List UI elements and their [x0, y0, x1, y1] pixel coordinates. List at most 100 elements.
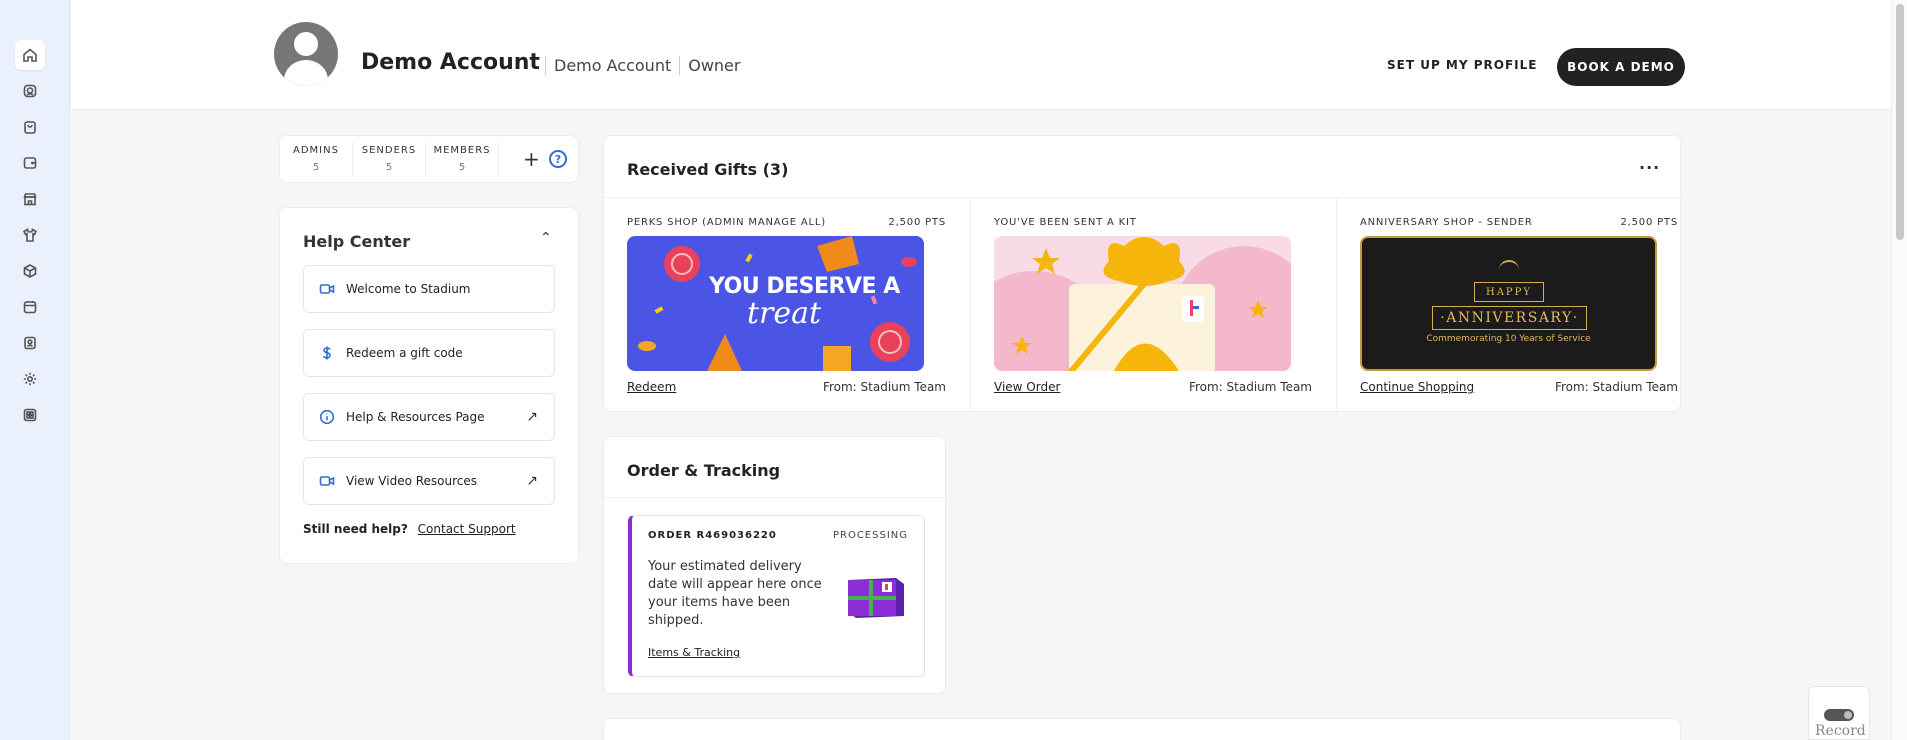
help-center-card: Help Center ⌃ Welcome to Stadium Redeem … [279, 207, 579, 564]
continue-shopping-link[interactable]: Continue Shopping [1360, 380, 1474, 394]
senders-label: SENDERS [361, 145, 417, 156]
avatar[interactable] [274, 22, 338, 86]
help-item-welcome[interactable]: Welcome to Stadium [303, 265, 555, 313]
setup-profile-link[interactable]: SET UP MY PROFILE [1387, 58, 1537, 72]
help-item-label: View Video Resources [346, 474, 478, 488]
sidebar-item-gifts[interactable] [15, 76, 45, 106]
sidebar-item-calendar[interactable] [15, 292, 45, 322]
divider [604, 497, 947, 498]
help-item-label: Redeem a gift code [346, 346, 463, 360]
gift-points: 2,500 PTS [1620, 217, 1678, 228]
received-gifts-title: Received Gifts (3) [627, 160, 789, 179]
home-icon [23, 48, 37, 62]
gift-card-perks: PERKS SHOP (ADMIN MANAGE ALL) 2,500 PTS … [604, 198, 970, 412]
gift-from: From: Stadium Team [822, 380, 946, 394]
anniversary-main-text: ·ANNIVERSARY· [1432, 306, 1587, 330]
gift-shop-name: PERKS SHOP (ADMIN MANAGE ALL) [627, 217, 826, 228]
help-item-videos[interactable]: View Video Resources ↗ [303, 457, 555, 505]
gift-image-treat[interactable]: YOU DESERVE A treat [627, 236, 924, 371]
order-item[interactable]: ORDER R469036220 PROCESSING Your estimat… [628, 515, 925, 677]
package-icon [848, 578, 904, 618]
sidebar-item-store[interactable] [15, 184, 45, 214]
video-icon [318, 280, 336, 298]
sidebar-item-settings[interactable] [15, 364, 45, 394]
record-label: Record [1815, 723, 1866, 739]
sidebar: › [0, 0, 90, 740]
help-icon[interactable]: ? [549, 150, 567, 168]
record-toggle-icon[interactable] [1824, 709, 1854, 721]
crown-ornament-icon [1499, 260, 1519, 274]
order-status: PROCESSING [832, 530, 908, 541]
items-tracking-link[interactable]: Items & Tracking [648, 646, 740, 659]
apps-icon [23, 408, 37, 422]
sidebar-item-shop[interactable] [15, 112, 45, 142]
received-gifts-card: Received Gifts (3) ··· PERKS SHOP (ADMIN… [603, 135, 1682, 412]
contact-support-link[interactable]: Contact Support [418, 522, 516, 536]
add-member-button[interactable]: + [523, 147, 540, 171]
order-delivery-text: Your estimated delivery date will appear… [648, 559, 822, 628]
help-item-resources[interactable]: Help & Resources Page ↗ [303, 393, 555, 441]
gift-card-kit: YOU'VE BEEN SENT A KIT View Order From: … [970, 198, 1336, 412]
dollar-icon [318, 344, 336, 362]
account-meta: Demo Account Owner [545, 56, 748, 75]
calendar-icon [23, 301, 37, 314]
sidebar-item-contacts[interactable] [15, 328, 45, 358]
book-demo-button[interactable]: BOOK A DEMO [1557, 48, 1685, 86]
gift-points: 2,500 PTS [888, 217, 946, 228]
gift-image-anniversary[interactable]: HAPPY ·ANNIVERSARY· Commemorating 10 Yea… [1360, 236, 1657, 371]
page-header: Demo Account Demo Account Owner SET UP M… [71, 0, 1891, 110]
more-options-button[interactable]: ··· [1639, 158, 1660, 177]
sidebar-item-wallet[interactable] [15, 148, 45, 178]
treat-text-line2: treat [747, 296, 822, 331]
gift-from: From: Stadium Team [1188, 380, 1312, 394]
admins-label: ADMINS [293, 145, 339, 156]
team-counts-card: ADMINS 5 SENDERS 5 MEMBERS 5 + ? [279, 135, 579, 183]
members-label: MEMBERS [433, 145, 491, 156]
gift-image-kit[interactable] [994, 236, 1291, 371]
anniversary-happy-text: HAPPY [1474, 282, 1544, 302]
box-icon [23, 264, 37, 278]
bag-icon [24, 121, 36, 134]
order-tracking-title: Order & Tracking [627, 461, 781, 480]
help-center-title: Help Center [303, 232, 411, 251]
admins-count[interactable]: ADMINS 5 [280, 142, 353, 176]
senders-number: 5 [385, 162, 393, 173]
sidebar-item-kits[interactable] [15, 256, 45, 286]
gift-shop-name: YOU'VE BEEN SENT A KIT [994, 217, 1137, 228]
gift-from: From: Stadium Team [1554, 380, 1678, 394]
shirt-icon [22, 228, 38, 242]
help-item-label: Welcome to Stadium [346, 282, 471, 296]
contacts-icon [24, 336, 36, 350]
external-link-icon: ↗ [526, 409, 538, 425]
sidebar-item-apparel[interactable] [15, 220, 45, 250]
gear-icon [23, 372, 37, 386]
gift-icon [23, 84, 37, 98]
scrollbar-thumb[interactable] [1896, 4, 1904, 240]
avatar-body-shape [284, 60, 328, 86]
external-link-icon: ↗ [526, 473, 538, 489]
info-icon [318, 408, 336, 426]
chevron-up-icon[interactable]: ⌃ [540, 230, 552, 246]
order-tracking-card: Order & Tracking ORDER R469036220 PROCES… [603, 436, 947, 694]
anniversary-sub-text: Commemorating 10 Years of Service [1426, 334, 1591, 344]
members-number: 5 [458, 162, 466, 173]
wallet-icon [23, 157, 37, 169]
help-item-redeem[interactable]: Redeem a gift code [303, 329, 555, 377]
order-number: ORDER R469036220 [648, 530, 777, 541]
members-count[interactable]: MEMBERS 5 [426, 142, 499, 176]
page-scrollbar[interactable] [1891, 0, 1907, 740]
account-role: Owner [679, 56, 748, 75]
account-org: Demo Account [545, 56, 679, 75]
sidebar-item-integrations[interactable] [15, 400, 45, 430]
record-widget[interactable]: Record [1808, 686, 1870, 740]
still-need-help-text: Still need help? [303, 522, 408, 536]
view-order-link[interactable]: View Order [994, 380, 1060, 394]
redeem-link[interactable]: Redeem [627, 380, 676, 394]
admins-number: 5 [312, 162, 320, 173]
next-section-card [603, 718, 1681, 740]
video-icon [318, 472, 336, 490]
gift-shop-name: ANNIVERSARY SHOP - SENDER [1360, 217, 1533, 228]
senders-count[interactable]: SENDERS 5 [353, 142, 426, 176]
sidebar-item-home[interactable] [15, 40, 45, 70]
gift-card-anniversary: ANNIVERSARY SHOP - SENDER 2,500 PTS HAPP… [1336, 198, 1702, 412]
